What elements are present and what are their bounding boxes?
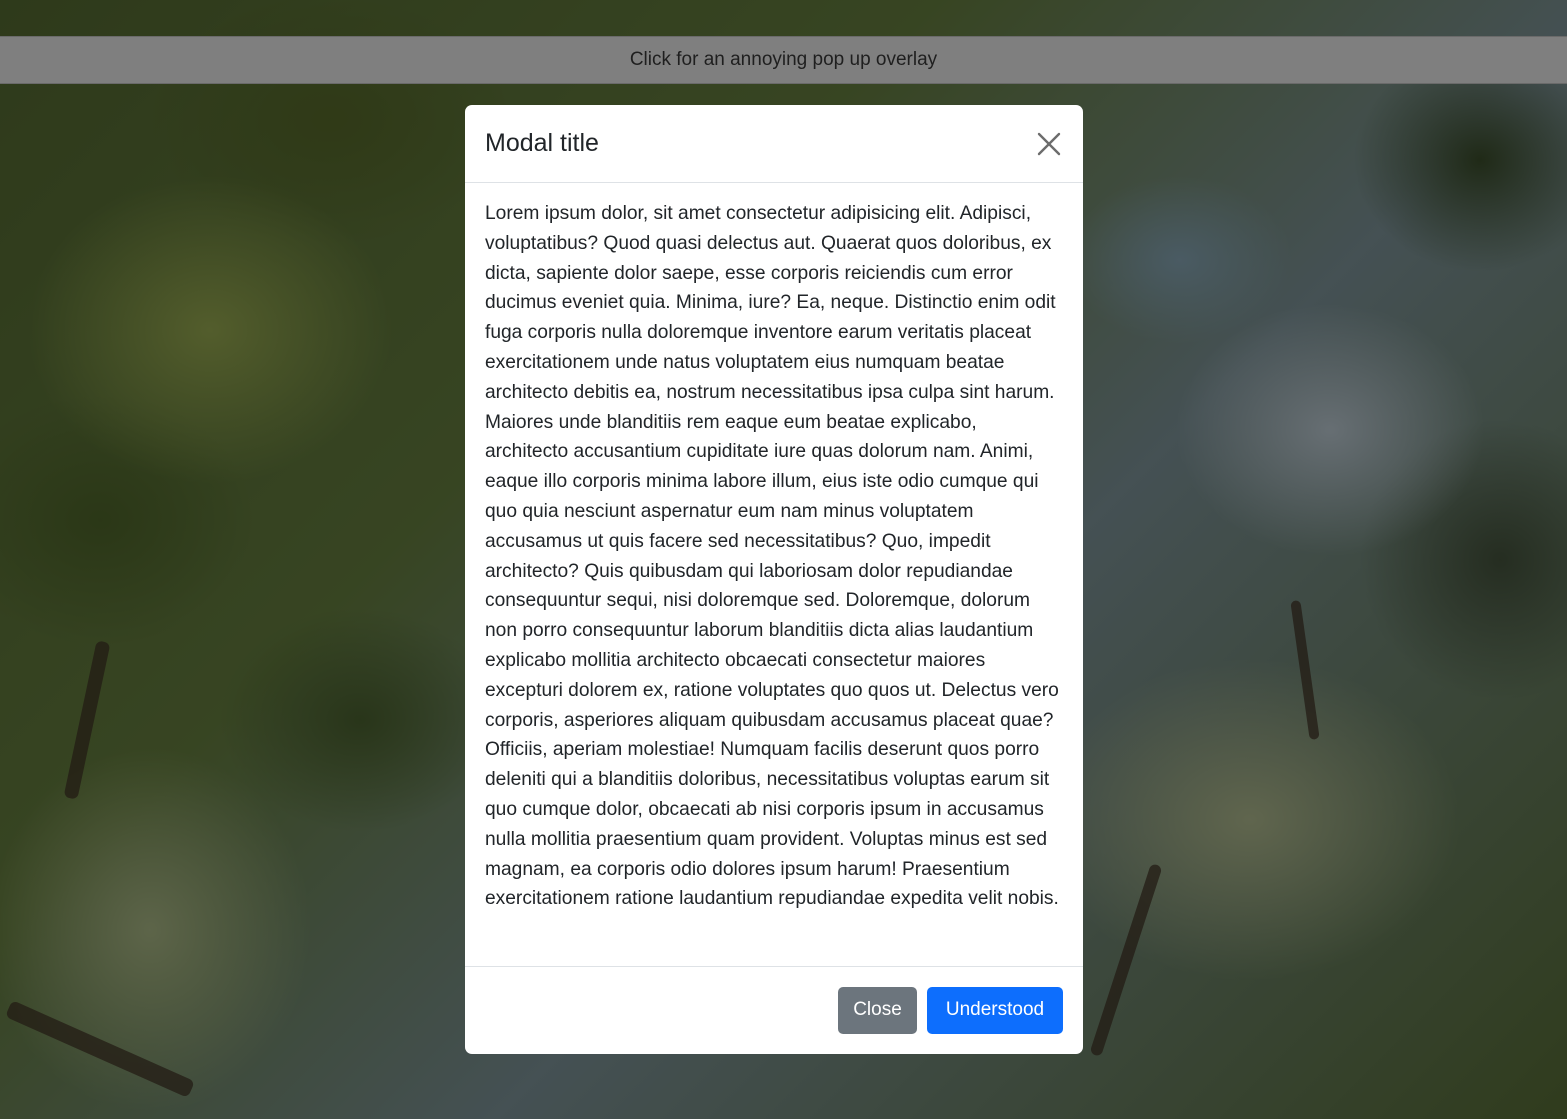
modal-body: Lorem ipsum dolor, sit amet consectetur … [465,183,1083,967]
close-button[interactable]: Close [838,986,917,1034]
understood-button[interactable]: Understood [927,986,1063,1034]
modal-header: Modal title [465,105,1083,183]
close-icon[interactable] [1035,130,1063,158]
popup-trigger-label: Click for an annoying pop up overlay [629,49,938,70]
modal-dialog: Modal title Lorem ipsum dolor, sit amet … [465,105,1083,1054]
popup-trigger-bar[interactable]: Click for an annoying pop up overlay [0,36,1567,84]
modal-body-text: Lorem ipsum dolor, sit amet consectetur … [485,203,1059,910]
modal-title: Modal title [485,129,599,157]
modal-footer: Close Understood [465,967,1083,1053]
